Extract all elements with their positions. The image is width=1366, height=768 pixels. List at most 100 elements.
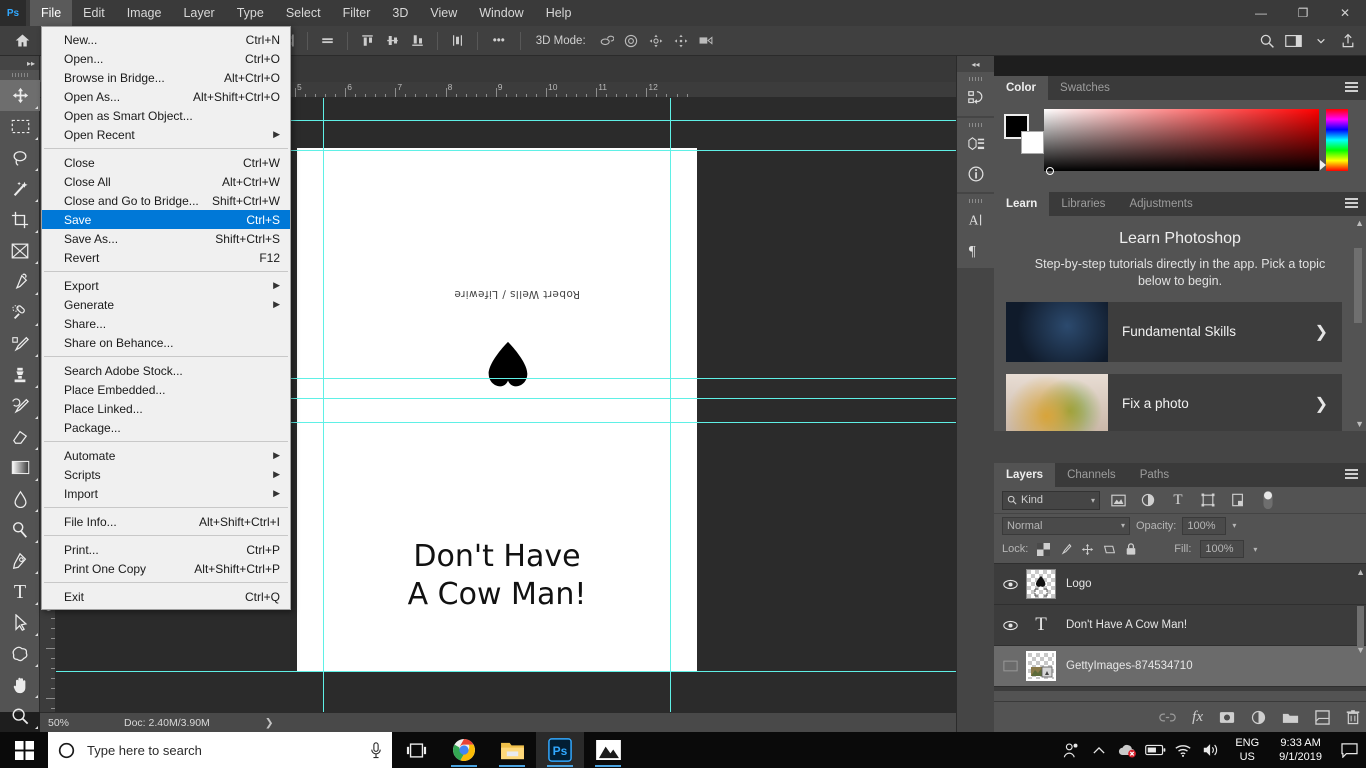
guide-horizontal[interactable] xyxy=(56,671,970,672)
menu-item-package[interactable]: Package... xyxy=(42,418,290,437)
language-indicator[interactable]: ENG US xyxy=(1225,736,1269,764)
filter-adjustment-layers-icon[interactable] xyxy=(1136,490,1160,510)
layers-panel-menu-icon[interactable] xyxy=(1345,469,1358,481)
menu-item-place-linked[interactable]: Place Linked... xyxy=(42,399,290,418)
menu-item-revert[interactable]: Revert F12 xyxy=(42,248,290,267)
fill-value[interactable]: 100% xyxy=(1200,540,1245,558)
home-icon[interactable] xyxy=(0,26,44,56)
tool-type[interactable]: T xyxy=(0,576,40,607)
new-adjustment-layer-icon[interactable] xyxy=(1251,710,1266,725)
tool-rectangular-marquee[interactable] xyxy=(0,111,40,142)
lock-artboard-nesting-icon[interactable] xyxy=(1103,543,1116,556)
menu-view[interactable]: View xyxy=(419,0,468,26)
chevron-down-icon[interactable]: ▾ xyxy=(1121,521,1125,530)
chevron-down-icon[interactable] xyxy=(1308,30,1333,52)
learn-panel-menu-icon[interactable] xyxy=(1345,198,1358,210)
clock[interactable]: 9:33 AM 9/1/2019 xyxy=(1269,736,1332,764)
menu-item-open-as-smart-object[interactable]: Open as Smart Object... xyxy=(42,106,290,125)
3d-pan-icon[interactable] xyxy=(644,30,669,52)
menu-type[interactable]: Type xyxy=(226,0,275,26)
add-layer-mask-icon[interactable] xyxy=(1219,711,1235,724)
rail-grip[interactable] xyxy=(957,75,994,83)
layers-list[interactable]: Logo T Don't Have A Cow Man! GettyImages… xyxy=(994,563,1366,691)
filter-shape-layers-icon[interactable] xyxy=(1196,490,1220,510)
menu-item-save[interactable]: Save Ctrl+S xyxy=(42,210,290,229)
tool-lasso[interactable] xyxy=(0,142,40,173)
tool-zoom[interactable] xyxy=(0,700,40,731)
rail-grip[interactable] xyxy=(957,197,994,205)
file-menu-dropdown[interactable]: New... Ctrl+N Open... Ctrl+O Browse in Bridg… xyxy=(41,26,291,610)
guide-vertical[interactable] xyxy=(323,98,324,712)
tool-pen[interactable] xyxy=(0,545,40,576)
menu-file[interactable]: File xyxy=(30,0,73,26)
more-options-button[interactable]: ••• xyxy=(493,35,505,47)
tool-history-brush[interactable] xyxy=(0,390,40,421)
menu-item-open[interactable]: Open... Ctrl+O xyxy=(42,49,290,68)
color-field-cursor[interactable] xyxy=(1046,167,1054,175)
chevron-right-icon[interactable]: ❯ xyxy=(1315,394,1328,414)
zoom-level[interactable]: 50% xyxy=(40,717,102,729)
properties-panel-icon[interactable] xyxy=(957,129,995,159)
new-group-icon[interactable] xyxy=(1282,711,1299,724)
tab-adjustments[interactable]: Adjustments xyxy=(1117,192,1204,216)
link-layers-icon[interactable] xyxy=(1159,712,1176,723)
menu-select[interactable]: Select xyxy=(275,0,332,26)
share-icon[interactable] xyxy=(1335,30,1360,52)
menu-item-open-recent[interactable]: Open Recent ▶ xyxy=(42,125,290,144)
chevron-down-icon[interactable]: ▾ xyxy=(1091,496,1095,505)
menu-filter[interactable]: Filter xyxy=(332,0,382,26)
menu-help[interactable]: Help xyxy=(535,0,583,26)
3d-roll-icon[interactable] xyxy=(619,30,644,52)
tab-color[interactable]: Color xyxy=(994,76,1049,100)
people-icon[interactable] xyxy=(1057,732,1085,768)
distribute-spacing-icon[interactable] xyxy=(445,30,470,52)
file-explorer-icon[interactable] xyxy=(488,732,536,768)
menu-item-scripts[interactable]: Scripts ▶ xyxy=(42,465,290,484)
blend-mode-select[interactable]: Normal ▾ xyxy=(1002,516,1130,535)
layer-name[interactable]: GettyImages-874534710 xyxy=(1066,660,1193,672)
collapse-tools-icon[interactable]: ▸▸ xyxy=(0,56,39,70)
scroll-down-icon[interactable]: ▼ xyxy=(1355,419,1364,429)
new-layer-icon[interactable] xyxy=(1315,709,1330,725)
menu-item-export[interactable]: Export ▶ xyxy=(42,276,290,295)
menu-item-share-on-behance[interactable]: Share on Behance... xyxy=(42,333,290,352)
distribute-vertical-centers-icon[interactable] xyxy=(380,30,405,52)
onedrive-error-icon[interactable] xyxy=(1113,732,1141,768)
tool-eyedropper[interactable] xyxy=(0,266,40,297)
menu-item-import[interactable]: Import ▶ xyxy=(42,484,290,503)
tool-crop[interactable] xyxy=(0,204,40,235)
tab-channels[interactable]: Channels xyxy=(1055,463,1128,487)
filter-smart-objects-icon[interactable] xyxy=(1226,490,1250,510)
menu-item-exit[interactable]: Exit Ctrl+Q xyxy=(42,587,290,606)
menu-item-close-all[interactable]: Close All Alt+Ctrl+W xyxy=(42,172,290,191)
menu-item-save-as[interactable]: Save As... Shift+Ctrl+S xyxy=(42,229,290,248)
hue-slider[interactable] xyxy=(1326,109,1348,171)
3d-camera-icon[interactable] xyxy=(694,30,719,52)
status-expand-icon[interactable]: ❯ xyxy=(265,717,274,729)
rail-grip[interactable] xyxy=(957,121,994,129)
menu-3d[interactable]: 3D xyxy=(381,0,419,26)
tool-blur[interactable] xyxy=(0,483,40,514)
menu-item-automate[interactable]: Automate ▶ xyxy=(42,446,290,465)
3d-rotate-icon[interactable] xyxy=(594,30,619,52)
tab-layers[interactable]: Layers xyxy=(994,463,1056,487)
lock-all-icon[interactable] xyxy=(1125,542,1137,556)
photoshop-taskbar-icon[interactable]: Ps xyxy=(536,732,584,768)
show-hidden-icons-chevron-up[interactable] xyxy=(1085,732,1113,768)
tab-swatches[interactable]: Swatches xyxy=(1048,76,1122,100)
menu-item-new[interactable]: New... Ctrl+N xyxy=(42,30,290,49)
color-field[interactable] xyxy=(1044,109,1319,175)
tab-paths[interactable]: Paths xyxy=(1128,463,1181,487)
table-row[interactable]: T Don't Have A Cow Man! xyxy=(994,605,1366,646)
search-icon[interactable] xyxy=(1254,30,1279,52)
artboard[interactable]: Robert Wells / Lifewire Don't Have A Cow… xyxy=(297,148,697,672)
chrome-icon[interactable] xyxy=(440,732,488,768)
tool-hand[interactable] xyxy=(0,669,40,700)
background-color[interactable] xyxy=(1021,131,1044,154)
filter-toggle-switch[interactable] xyxy=(1256,490,1280,510)
workspace-icon[interactable] xyxy=(1281,30,1306,52)
distribute-bottom-icon[interactable] xyxy=(405,30,430,52)
tab-libraries[interactable]: Libraries xyxy=(1049,192,1117,216)
table-row[interactable]: GettyImages-874534710 xyxy=(994,646,1366,687)
align-top-edges-icon[interactable] xyxy=(315,30,340,52)
